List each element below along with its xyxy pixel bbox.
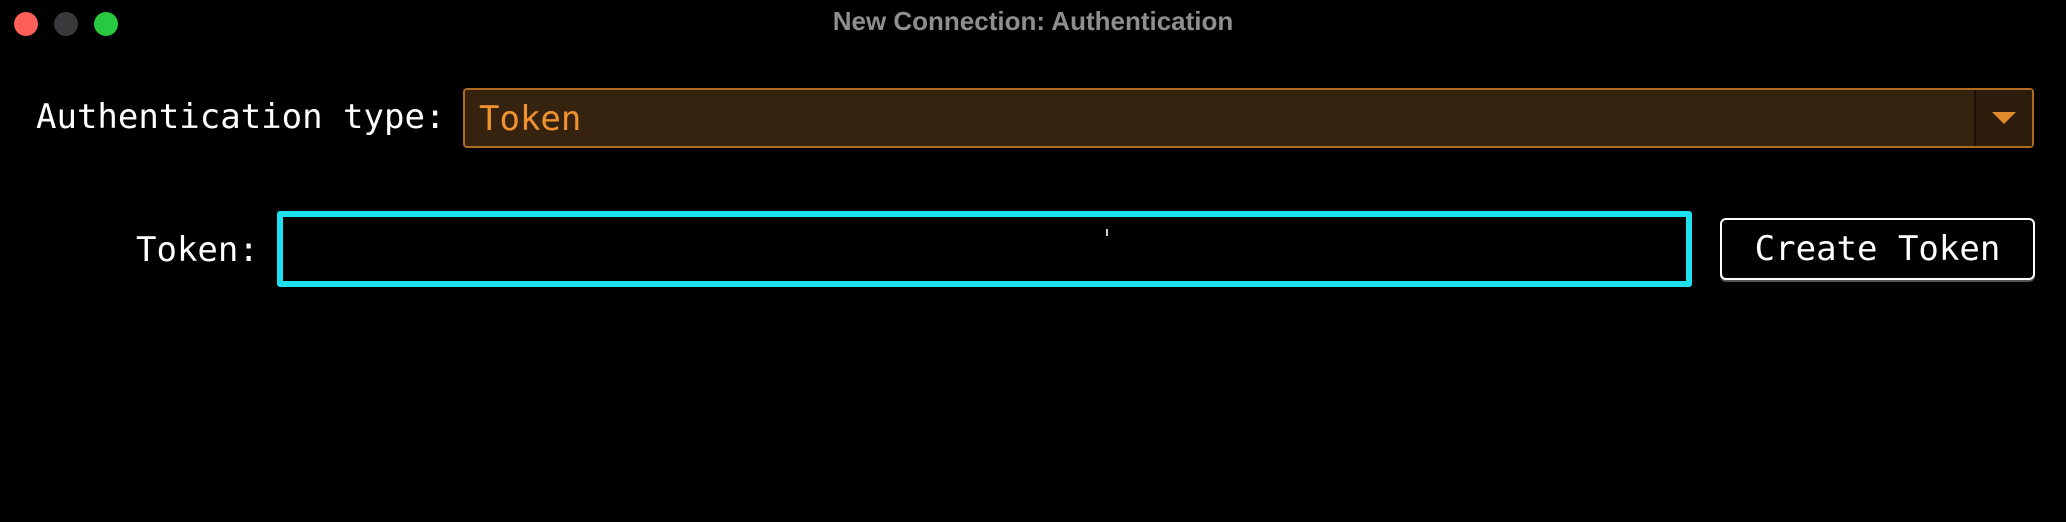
authentication-type-label: Authentication type: — [36, 97, 446, 137]
dropdown-toggle[interactable] — [1974, 90, 2032, 146]
text-caret — [1106, 229, 1108, 236]
authentication-type-value: Token — [479, 99, 582, 139]
create-token-button[interactable]: Create Token — [1720, 218, 2035, 280]
authentication-type-select[interactable]: Token — [463, 88, 2034, 148]
token-label: Token: — [136, 230, 259, 270]
title-bar: New Connection: Authentication — [0, 0, 2066, 44]
token-input[interactable] — [277, 211, 1692, 287]
dialog-window: New Connection: Authentication Authentic… — [0, 0, 2066, 522]
window-title: New Connection: Authentication — [832, 6, 1234, 36]
chevron-down-icon — [1992, 112, 2016, 124]
